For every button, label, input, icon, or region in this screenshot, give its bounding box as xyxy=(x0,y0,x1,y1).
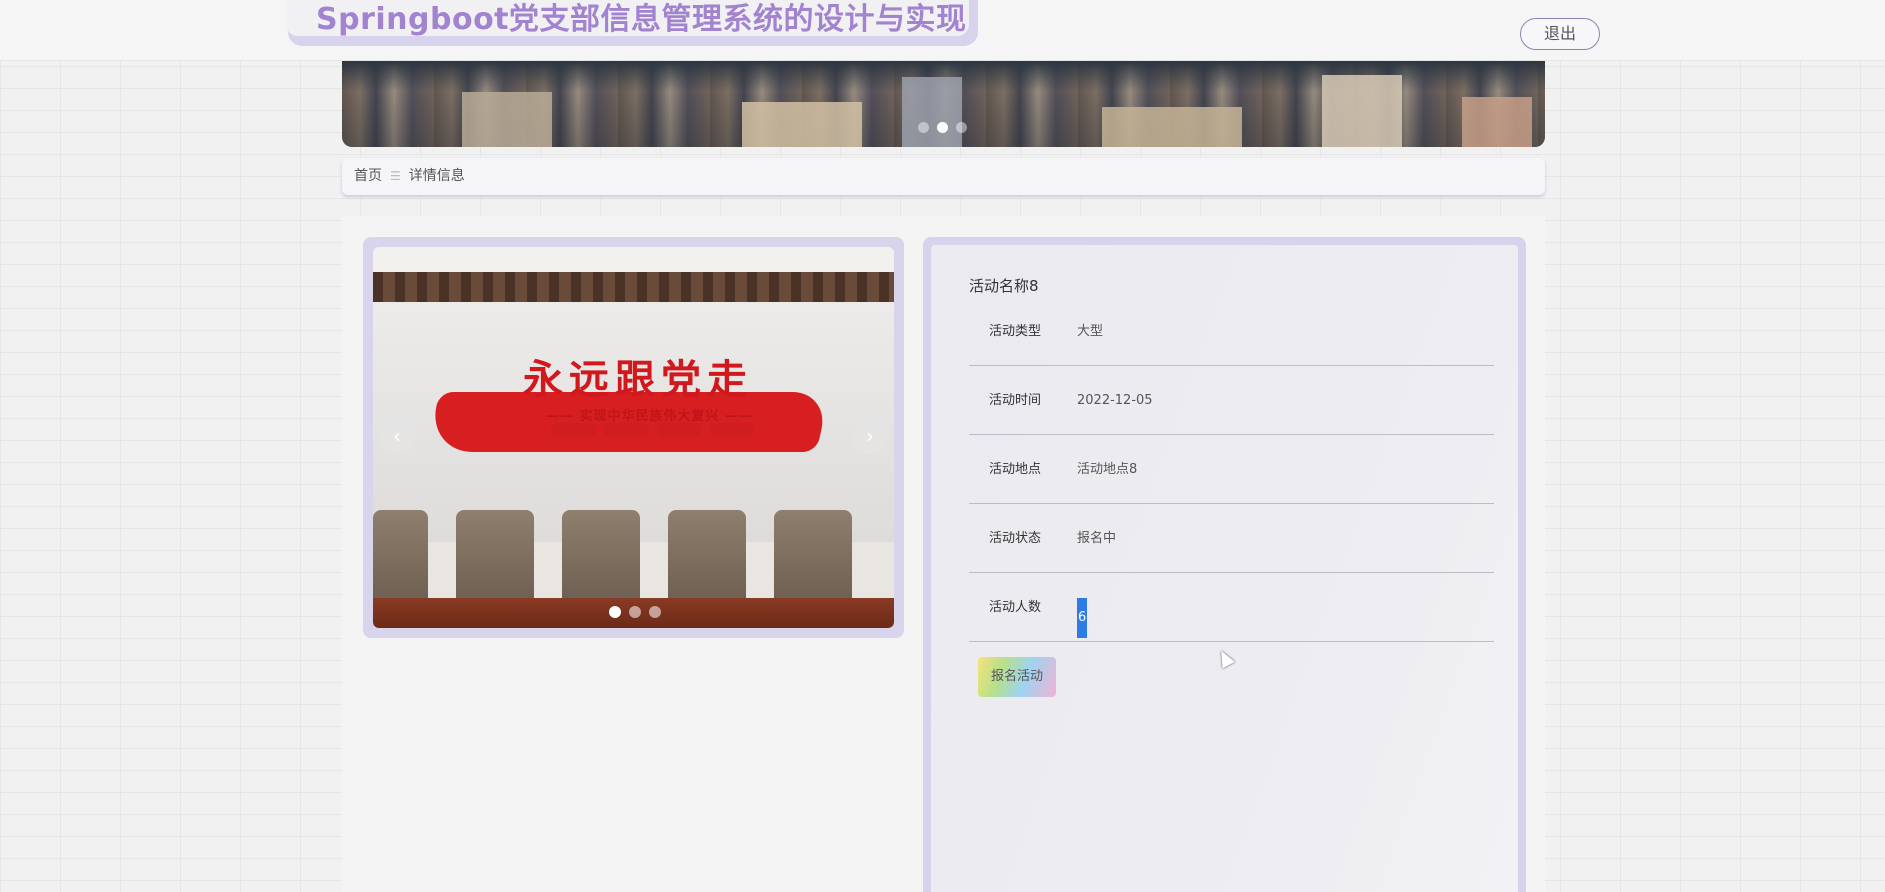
logout-button[interactable]: 退出 xyxy=(1520,18,1600,50)
banner-building xyxy=(462,92,552,147)
chair xyxy=(562,510,640,600)
chair xyxy=(668,510,746,600)
chair xyxy=(774,510,852,600)
gallery-card: 永远跟党走 —— 实现中华民族伟大复兴 —— ‹ › xyxy=(363,237,904,638)
site-title: Springboot党支部信息管理系统的设计与实现 xyxy=(316,2,967,37)
carousel-dot-active[interactable] xyxy=(609,606,621,618)
detail-row-type: 活动类型 大型 xyxy=(969,297,1494,366)
chevron-left-icon[interactable]: ‹ xyxy=(379,419,415,455)
chair xyxy=(373,510,428,600)
row-value: 2022-12-05 xyxy=(1077,393,1153,408)
chair xyxy=(456,510,534,600)
wall-subtitle: —— 实现中华民族伟大复兴 —— xyxy=(546,409,754,424)
carousel-indicators xyxy=(609,606,661,618)
row-label: 活动地点 xyxy=(989,462,1042,477)
banner-dot[interactable] xyxy=(956,122,967,133)
chairs-row xyxy=(373,510,894,600)
banner-building xyxy=(1102,107,1242,147)
row-value-selected: 6 xyxy=(1077,598,1087,638)
detail-row-location: 活动地点 活动地点8 xyxy=(969,435,1494,504)
breadcrumb-current: 详情信息 xyxy=(408,168,465,184)
banner-carousel xyxy=(342,61,1545,147)
wall-tags xyxy=(551,423,755,437)
top-header: Springboot党支部信息管理系统的设计与实现 退出 xyxy=(0,0,1885,61)
carousel-dot[interactable] xyxy=(629,606,641,618)
row-value: 报名中 xyxy=(1077,531,1117,546)
activity-title: 活动名称8 xyxy=(969,277,1039,295)
ceiling xyxy=(373,247,894,272)
wall-tag xyxy=(657,423,702,437)
row-value: 活动地点8 xyxy=(1077,462,1138,477)
carousel-dot[interactable] xyxy=(649,606,661,618)
wall-slogan: 永远跟党走 xyxy=(523,356,753,403)
row-label: 活动时间 xyxy=(989,393,1042,408)
breadcrumb: 首页 ☰ 详情信息 xyxy=(354,158,465,195)
wall-tag xyxy=(710,423,755,437)
detail-row-count: 活动人数 6 xyxy=(969,573,1494,642)
banner-building xyxy=(742,102,862,147)
detail-card: 活动名称8 活动类型 大型 活动时间 2022-12-05 活动地点 活动地点8… xyxy=(923,237,1526,892)
wall-tag xyxy=(551,423,596,437)
banner-building xyxy=(1462,97,1532,147)
chevron-right-icon[interactable]: › xyxy=(852,419,888,455)
row-label: 活动类型 xyxy=(989,324,1042,339)
ceiling-beams xyxy=(373,272,894,302)
detail-panel: 活动名称8 活动类型 大型 活动时间 2022-12-05 活动地点 活动地点8… xyxy=(931,245,1518,892)
breadcrumb-home[interactable]: 首页 xyxy=(354,158,382,195)
detail-row-time: 活动时间 2022-12-05 xyxy=(969,366,1494,435)
banner-building xyxy=(1322,75,1402,147)
signup-activity-button[interactable]: 报名活动 xyxy=(978,657,1056,697)
banner-building xyxy=(902,77,962,147)
banner-dot-active[interactable] xyxy=(937,122,948,133)
image-carousel: 永远跟党走 —— 实现中华民族伟大复兴 —— ‹ › xyxy=(373,247,894,628)
row-label: 活动状态 xyxy=(989,531,1042,546)
breadcrumb-bar: 首页 ☰ 详情信息 xyxy=(342,158,1545,195)
row-value: 大型 xyxy=(1077,324,1104,339)
separator-icon: ☰ xyxy=(390,169,401,183)
row-label: 活动人数 xyxy=(989,600,1042,615)
detail-row-status: 活动状态 报名中 xyxy=(969,504,1494,573)
banner-dot[interactable] xyxy=(918,122,929,133)
banner-indicators xyxy=(918,122,967,133)
wall-tag xyxy=(604,423,649,437)
